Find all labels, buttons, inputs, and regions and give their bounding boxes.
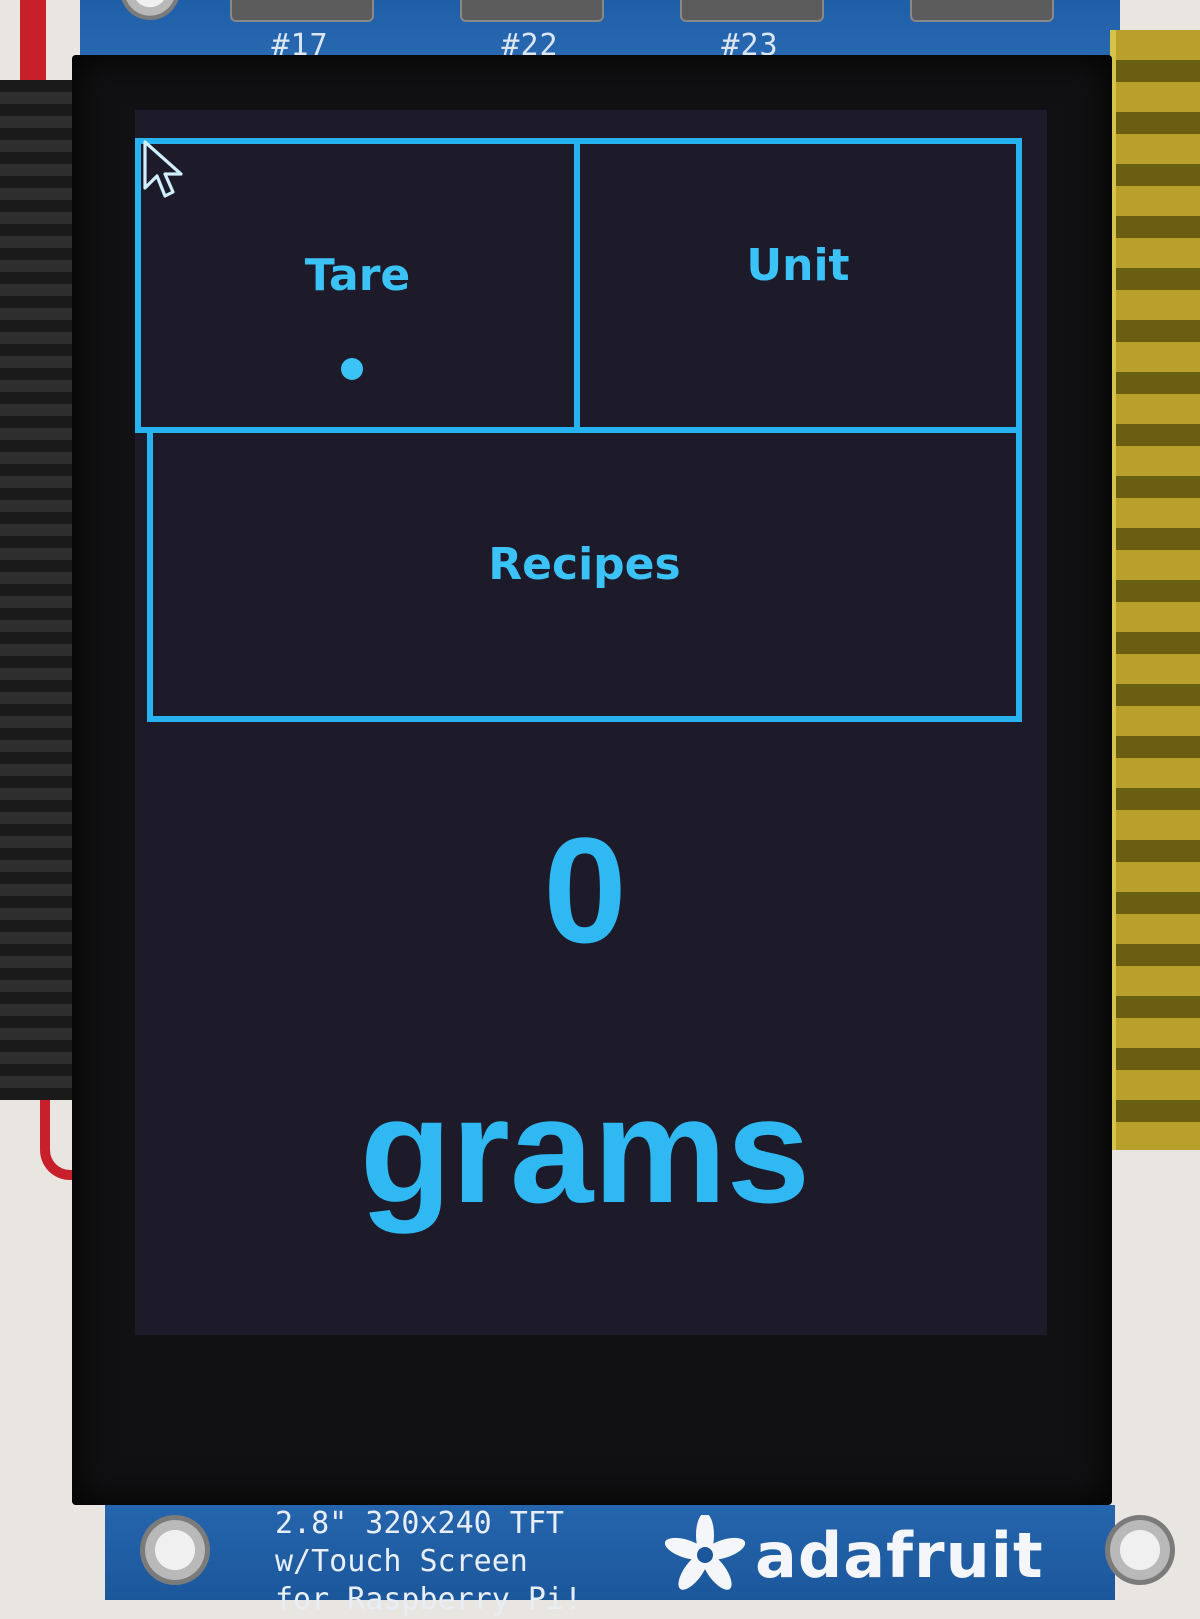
- brand-name: adafruit: [755, 1518, 1044, 1592]
- caption-line: 2.8" 320x240 TFT: [275, 1506, 564, 1541]
- touch-indicator-dot: [341, 358, 363, 380]
- mount-hole: [120, 0, 180, 20]
- caption-line: w/Touch Screen: [275, 1544, 528, 1579]
- unit-button[interactable]: Unit: [574, 138, 1022, 433]
- red-wire: [20, 0, 46, 80]
- brand-logo: adafruit: [665, 1510, 1085, 1600]
- hardware-button[interactable]: [680, 0, 824, 22]
- unit-button-label: Unit: [746, 240, 850, 291]
- flower-logo-icon: [665, 1515, 745, 1590]
- recipes-button[interactable]: Recipes: [147, 427, 1022, 722]
- mouse-cursor-icon: [143, 140, 183, 198]
- hardware-button[interactable]: [230, 0, 374, 22]
- tft-screen: Tare Unit Recipes 0 grams: [135, 110, 1047, 1335]
- hardware-button[interactable]: [460, 0, 604, 22]
- weight-unit-label: grams: [359, 1066, 811, 1234]
- mount-hole: [1105, 1515, 1175, 1585]
- board-caption: 2.8" 320x240 TFT w/Touch Screen for Raspbe…: [275, 1505, 655, 1619]
- gpio-header: [1110, 30, 1200, 1150]
- tare-button[interactable]: Tare: [135, 138, 580, 433]
- tare-button-label: Tare: [304, 250, 411, 301]
- mount-hole: [140, 1515, 210, 1585]
- recipes-button-label: Recipes: [488, 539, 681, 590]
- caption-line: for Raspberry Pi!: [275, 1582, 583, 1617]
- weight-reading: 0: [543, 806, 627, 974]
- hardware-button[interactable]: [910, 0, 1054, 22]
